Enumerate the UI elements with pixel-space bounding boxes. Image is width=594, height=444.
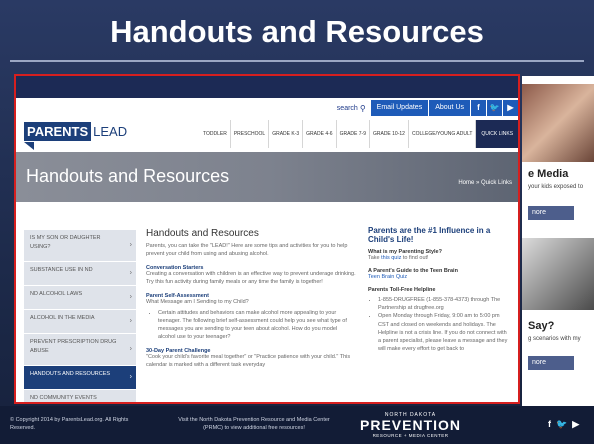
slide: Handouts and Resources e Media your kids… [0,0,594,444]
main-content: Handouts and Resources Parents, you can … [146,228,356,370]
peek-text-1: your kids exposed to [528,184,584,190]
peek-heading-1: e Media [528,168,569,180]
breadcrumb[interactable]: Home » Quick Links [458,180,512,186]
parents-lead-logo[interactable]: PARENTS LEAD [24,120,127,142]
sidebar-item-prescription[interactable]: PREVENT PRESCRIPTION DRUG ABUSE › [24,334,136,366]
helpline-heading: Parents Toll-Free Helpline [368,286,436,293]
peek-heading-2: Say? [528,320,555,332]
chevron-right-icon: › [129,269,132,277]
sidebar-item-media[interactable]: ALCOHOL IN THE MEDIA › [24,310,136,334]
sidebar-item-label: ND ALCOHOL LAWS [30,291,83,297]
sidebar-menu: IS MY SON OR DAUGHTER USING? › SUBSTANCE… [24,230,136,402]
nav-college[interactable]: COLLEGE/YOUNG ADULT [409,120,477,148]
nav-grade-4-6[interactable]: GRADE 4-6 [303,120,337,148]
peek-panel: e Media your kids exposed to nore Say? g… [522,76,594,406]
nd-prevention-logo[interactable]: NORTH DAKOTA PREVENTION RESOURCE + MEDIA… [360,412,461,438]
title-divider [10,60,584,62]
copyright-text: © Copyright 2014 by ParentsLead.org. All… [10,417,129,432]
logo-lead: LEAD [93,123,128,139]
sidebar-item-label: HANDOUTS AND RESOURCES [30,371,111,377]
chevron-right-icon: › [129,345,132,353]
quiz-text-post: to find out! [401,255,429,262]
site-top-bar [16,76,518,98]
twitter-icon[interactable]: 🐦 [486,100,502,116]
facebook-icon[interactable]: f [548,419,551,430]
utility-bar: search ⚲ Email Updates About Us f 🐦 ▶ [337,100,518,116]
self-assessment-subtitle: What Message am I Sending to my Child? [146,298,249,305]
sidebar-item-substance[interactable]: SUBSTANCE USE IN ND › [24,262,136,286]
logo-prevention: PREVENTION [360,417,462,433]
peek-text-2: g scenarios with my [528,336,581,342]
logo-rmc: RESOURCE + MEDIA CENTER [372,432,449,438]
sidebar-item-label: IS MY SON OR DAUGHTER USING? [30,235,101,250]
peek-photo-1 [522,84,594,162]
quiz-link[interactable]: this quiz [381,255,401,261]
list-item: Open Monday through Friday, 9:00 am to 5… [378,312,510,353]
slide-title: Handouts and Resources [110,14,484,49]
sidebar-item-label: ALCOHOL IN THE MEDIA [30,315,95,321]
peek-more-button-1[interactable]: nore [528,206,574,220]
parenting-style-text: Take this quiz to find out! [368,255,510,263]
chevron-right-icon: › [129,241,132,249]
about-us-button[interactable]: About Us [428,100,470,116]
peek-photo-2 [522,238,594,310]
sidebar-item-events[interactable]: ND COMMUNITY EVENTS CALENDAR › [24,390,136,402]
search-icon: ⚲ [359,103,366,113]
main-nav: TODDLER PRESCHOOL GRADE K-3 GRADE 4-6 GR… [200,120,518,148]
chevron-right-icon: › [129,317,132,325]
chevron-right-icon: › [129,373,132,381]
self-assessment-list: Certain attitudes and behaviors can make… [158,310,356,342]
hero-banner: Handouts and Resources Home » Quick Link… [16,152,518,202]
nav-toddler[interactable]: TODDLER [200,120,231,148]
youtube-icon[interactable]: ▶ [502,100,518,116]
peek-more-button-2[interactable]: nore [528,356,574,370]
email-updates-button[interactable]: Email Updates [369,100,429,116]
youtube-icon[interactable]: ▶ [572,419,579,430]
nav-grade-10-12[interactable]: GRADE 10-12 [370,120,409,148]
sidebar-item-label: ND COMMUNITY EVENTS CALENDAR [30,395,97,401]
aside-column: Parents are the #1 Influence in a Child'… [368,226,510,354]
nav-grade-k-3[interactable]: GRADE K-3 [269,120,304,148]
aside-title: Parents are the #1 Influence in a Child'… [368,226,491,245]
parent-challenge-text: "Cook your child's favorite meal togethe… [146,353,351,368]
quiz-text-pre: Take [368,255,382,262]
list-item: Certain attitudes and behaviors can make… [158,310,356,342]
list-item: 1-855-DRUGFREE (1-855-378-4373) through … [378,296,510,313]
chevron-right-icon: › [129,293,132,301]
footer: © Copyright 2014 by ParentsLead.org. All… [0,406,594,444]
nav-grade-7-9[interactable]: GRADE 7-9 [337,120,370,148]
footer-social: f 🐦 ▶ [548,419,579,430]
logo-parents: PARENTS [24,121,92,141]
hero-title: Handouts and Resources [26,166,230,186]
prmc-visit-text[interactable]: Visit the North Dakota Prevention Resour… [176,416,332,433]
sidebar-item-label: SUBSTANCE USE IN ND [30,267,93,273]
sidebar-item-laws[interactable]: ND ALCOHOL LAWS › [24,286,136,310]
chevron-right-icon: › [130,400,132,402]
teen-brain-quiz-link[interactable]: Teen Brain Quiz [368,274,510,282]
helpline-list: 1-855-DRUGFREE (1-855-378-4373) through … [378,296,510,354]
sidebar-item-label: PREVENT PRESCRIPTION DRUG ABUSE [30,339,117,354]
twitter-icon[interactable]: 🐦 [556,419,567,430]
logo-tail [24,142,34,150]
content-title: Handouts and Resources [146,228,259,239]
conversation-starters-text: Creating a conversation with children is… [146,270,356,285]
nav-quick-links[interactable]: QUICK LINKS [476,120,518,148]
facebook-icon[interactable]: f [470,100,486,116]
sidebar-item-using[interactable]: IS MY SON OR DAUGHTER USING? › [24,230,136,262]
website-screenshot: search ⚲ Email Updates About Us f 🐦 ▶ PA… [14,74,520,404]
nav-preschool[interactable]: PRESCHOOL [231,120,270,148]
search-label: search [336,104,358,112]
content-intro: Parents, you can take the "LEAD!" Here a… [146,243,348,257]
sidebar-item-handouts[interactable]: HANDOUTS AND RESOURCES › [24,366,136,390]
search-link[interactable]: search ⚲ [337,104,366,113]
